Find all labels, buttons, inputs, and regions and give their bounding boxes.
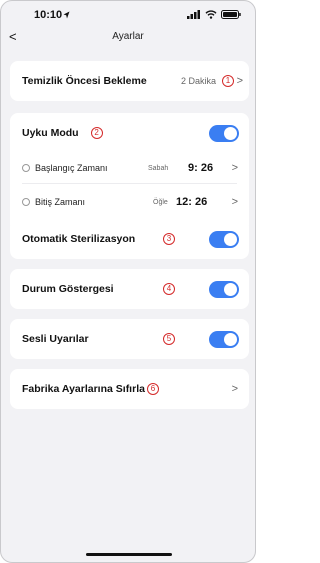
auto-sterilization-toggle[interactable] bbox=[209, 230, 239, 248]
navigation-bar: < Ayarlar bbox=[1, 27, 255, 49]
pre-clean-wait-card[interactable]: Temizlik Öncesi Bekleme 2 Dakika 1 > bbox=[10, 61, 249, 101]
end-time-row[interactable]: Bitiş Zamanı Öğle 12: 26 > bbox=[10, 184, 249, 220]
sound-alerts-toggle[interactable] bbox=[209, 330, 239, 348]
end-time-label: Bitiş Zamanı bbox=[35, 197, 86, 207]
home-indicator bbox=[86, 553, 172, 556]
status-indicator-card: Durum Göstergesi 4 bbox=[10, 269, 249, 309]
page-title: Ayarlar bbox=[112, 31, 144, 42]
pre-clean-wait-value: 2 Dakika bbox=[181, 76, 217, 86]
status-bar: 10:10 bbox=[1, 1, 255, 27]
callout-badge-4: 4 bbox=[163, 283, 175, 295]
sound-alerts-card: Sesli Uyarılar 5 bbox=[10, 319, 249, 359]
start-time-label: Başlangıç Zamanı bbox=[35, 163, 108, 173]
callout-badge-5: 5 bbox=[163, 333, 175, 345]
start-time-value: 9: 26 bbox=[188, 162, 214, 174]
alarm-clock-icon bbox=[22, 164, 30, 172]
chevron-right-icon[interactable]: > bbox=[232, 162, 238, 174]
chevron-right-icon[interactable]: > bbox=[232, 383, 238, 395]
status-time: 10:10 bbox=[34, 9, 63, 21]
status-icons bbox=[187, 10, 241, 19]
end-time-value: 12: 26 bbox=[176, 196, 208, 208]
sound-alerts-row: Sesli Uyarılar 5 bbox=[10, 319, 249, 359]
factory-reset-row[interactable]: Fabrika Ayarlarına Sıfırla 6 > bbox=[10, 369, 249, 409]
factory-reset-card[interactable]: Fabrika Ayarlarına Sıfırla 6 > bbox=[10, 369, 249, 409]
auto-sterilization-row: Otomatik Sterilizasyon 3 bbox=[10, 219, 249, 259]
sleep-mode-label: Uyku Modu bbox=[22, 127, 79, 139]
location-arrow-icon bbox=[63, 11, 70, 19]
sound-alerts-label: Sesli Uyarılar bbox=[22, 333, 89, 345]
factory-reset-label: Fabrika Ayarlarına Sıfırla bbox=[22, 383, 145, 395]
sleep-mode-row: Uyku Modu 2 bbox=[10, 113, 249, 153]
end-time-period: Öğle bbox=[153, 198, 168, 206]
status-indicator-label: Durum Göstergesi bbox=[22, 283, 114, 295]
callout-badge-6: 6 bbox=[146, 383, 159, 395]
pre-clean-wait-label: Temizlik Öncesi Bekleme bbox=[22, 75, 147, 87]
wifi-icon bbox=[205, 10, 217, 19]
sleep-mode-toggle[interactable] bbox=[209, 124, 239, 142]
start-time-period: Sabah bbox=[148, 164, 169, 172]
start-time-row[interactable]: Başlangıç Zamanı Sabah 9: 26 > bbox=[10, 153, 249, 183]
callout-badge-3: 3 bbox=[163, 233, 175, 245]
signal-icon bbox=[187, 10, 200, 19]
auto-sterilization-label: Otomatik Sterilizasyon bbox=[22, 233, 136, 245]
status-indicator-toggle[interactable] bbox=[209, 280, 239, 298]
pre-clean-wait-row[interactable]: Temizlik Öncesi Bekleme 2 Dakika 1 > bbox=[10, 61, 249, 101]
callout-badge-1: 1 bbox=[222, 75, 234, 87]
phone-screen: 10:10 < Ayarlar Temizlik Öncesi Bekleme … bbox=[0, 0, 256, 563]
battery-icon bbox=[221, 10, 241, 19]
chevron-right-icon[interactable]: > bbox=[232, 196, 238, 208]
sleep-mode-card: Uyku Modu 2 Başlangıç Zamanı Sabah 9: 26… bbox=[10, 113, 249, 232]
alarm-clock-icon bbox=[22, 198, 30, 206]
callout-badge-2: 2 bbox=[90, 127, 103, 139]
auto-sterilization-card: Otomatik Sterilizasyon 3 bbox=[10, 219, 249, 259]
status-indicator-row: Durum Göstergesi 4 bbox=[10, 269, 249, 309]
chevron-right-icon[interactable]: > bbox=[237, 75, 243, 87]
